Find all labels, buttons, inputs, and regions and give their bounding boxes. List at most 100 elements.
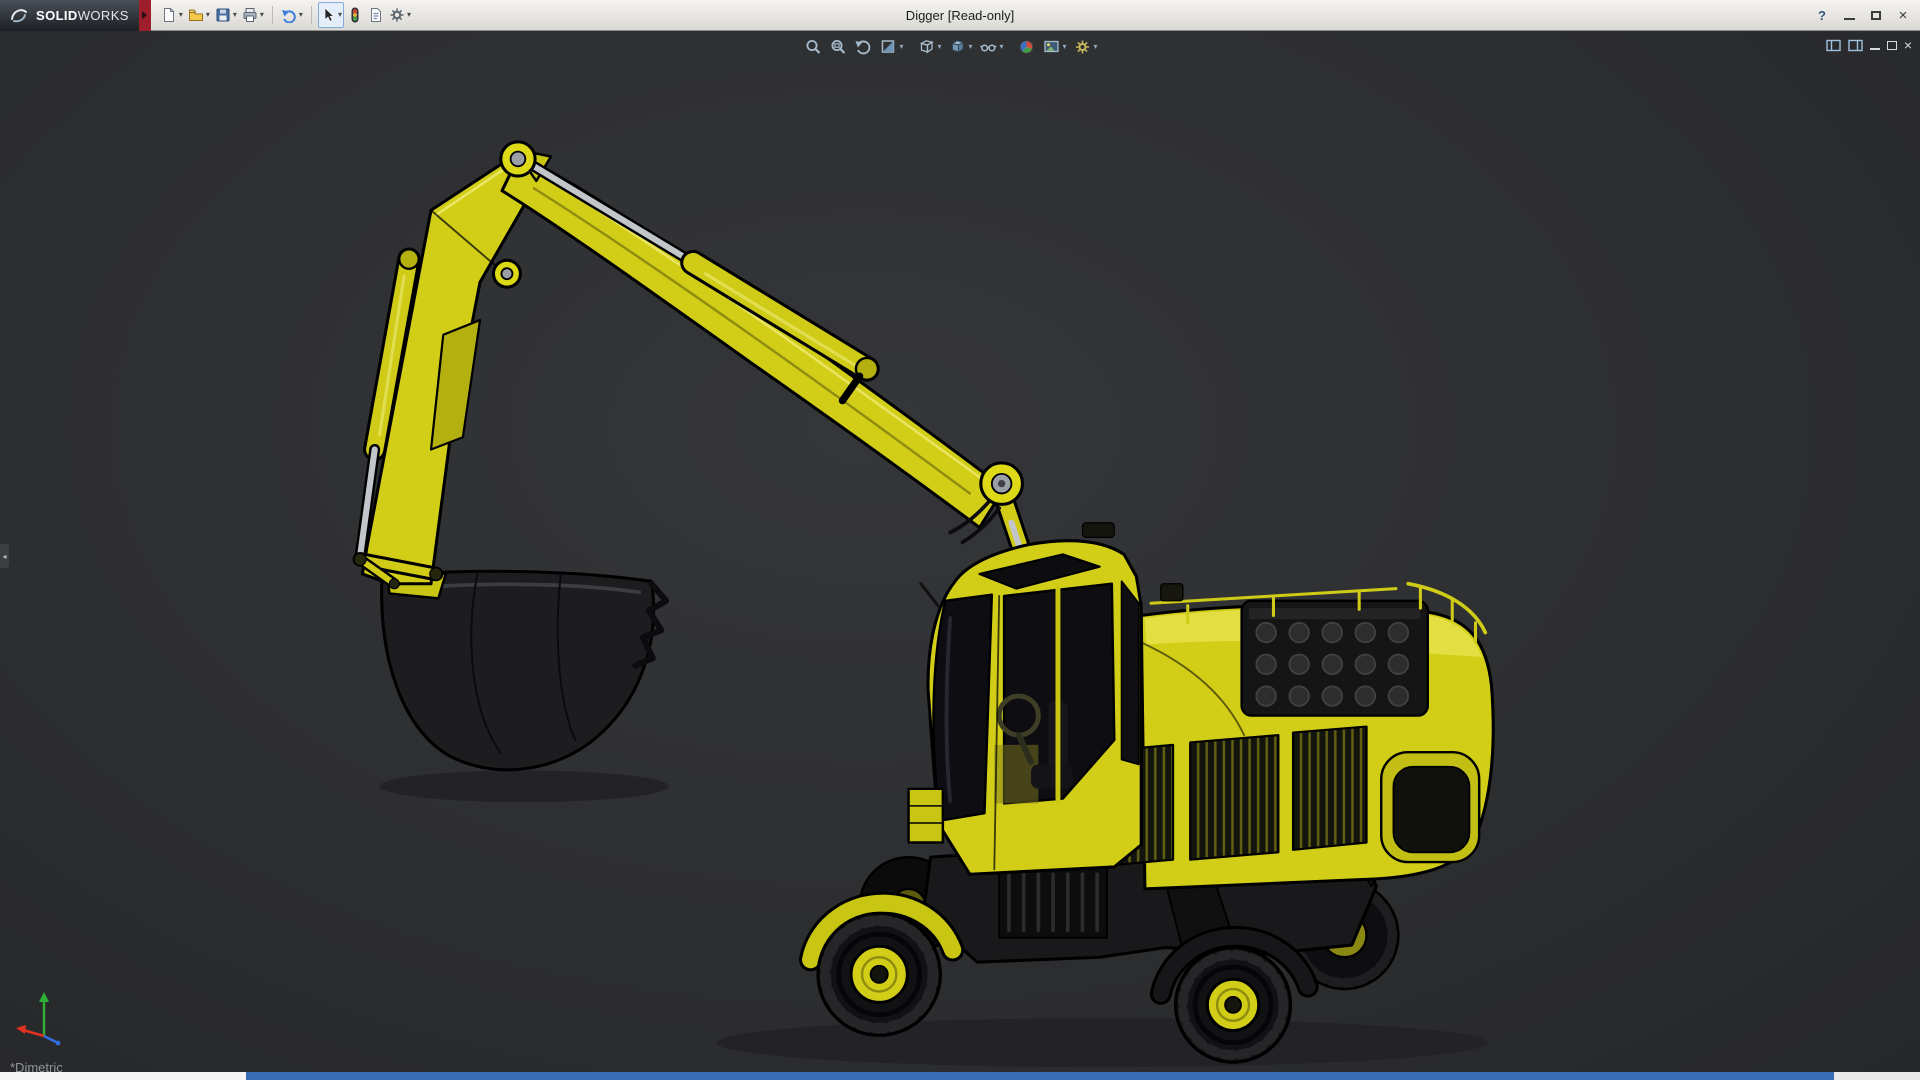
dropdown-caret[interactable]: ▾ [1063,43,1067,51]
pane-left-icon [1826,39,1841,52]
view-settings-icon [1074,38,1092,56]
dropdown-caret[interactable]: ▾ [899,43,903,51]
brand-light: WORKS [78,8,129,23]
rebuild-button[interactable] [345,2,365,28]
open-icon [188,7,204,23]
pane-right-button[interactable] [1848,37,1863,53]
document-minimize-button[interactable] [1870,37,1880,53]
minimize-button[interactable] [1837,4,1861,26]
edit-appearance-button[interactable] [1015,36,1039,58]
rebuild-icon [347,7,363,23]
document-window-controls: × [1826,37,1912,53]
dropdown-caret[interactable]: ▾ [969,43,973,51]
dropdown-caret[interactable]: ▾ [407,11,411,19]
display-style-icon [949,38,967,56]
view-orientation-icon [917,38,935,56]
bucket[interactable] [382,569,666,770]
rear-window [1122,581,1139,764]
side-vent [1190,735,1278,860]
zoom-to-fit-icon [804,38,822,56]
ds-logo-icon [9,6,29,24]
triad-z-axis [44,1036,56,1042]
dropdown-caret[interactable]: ▾ [260,11,264,19]
apply-scene-icon [1043,38,1061,56]
cab[interactable] [909,523,1142,875]
new-document-button[interactable]: ▾ [159,2,185,28]
minimize-icon [1844,18,1855,20]
zoom-to-fit-button[interactable] [801,36,825,58]
brand-text: SOLIDWORKS [36,8,129,23]
window-controls: ? × [1810,4,1920,26]
dropdown-caret[interactable]: ▾ [1094,43,1098,51]
pane-left-button[interactable] [1826,37,1841,53]
select-button[interactable]: ▾ [318,2,344,28]
zoom-to-area-button[interactable] [826,36,850,58]
dropdown-caret[interactable]: ▾ [338,11,342,19]
hide-show-items-icon [980,38,998,56]
dropdown-caret[interactable]: ▾ [937,43,941,51]
wheel-front-right[interactable] [1176,947,1291,1062]
display-style-button[interactable]: ▾ [946,36,976,58]
view-settings-button[interactable]: ▾ [1071,36,1101,58]
excavator-model[interactable] [354,142,1493,1067]
dropdown-caret[interactable]: ▾ [179,11,183,19]
windshield [933,595,991,821]
maximize-icon [1871,11,1881,20]
options-button[interactable]: ▾ [387,2,413,28]
new-document-icon [161,7,177,23]
print-icon [242,7,258,23]
file-properties-button[interactable] [366,2,386,28]
previous-view-button[interactable] [851,36,875,58]
save-icon [215,7,231,23]
status-segment [0,1072,246,1080]
previous-view-icon [854,38,872,56]
dropdown-caret[interactable]: ▾ [233,11,237,19]
open-button[interactable]: ▾ [186,2,212,28]
section-view-button[interactable]: ▾ [876,36,906,58]
apply-scene-button[interactable]: ▾ [1040,36,1070,58]
model-canvas[interactable] [0,32,1920,1072]
brand-bold: SOLID [36,8,78,23]
menu-pin-icon[interactable] [139,0,151,31]
document-close-button[interactable]: × [1904,37,1912,53]
status-segment [246,1072,1834,1080]
pane-right-icon [1848,39,1863,52]
minimize-icon [1870,48,1880,50]
triad-x-axis [23,1030,44,1036]
options-icon [389,7,405,23]
restore-icon [1887,41,1897,50]
help-button[interactable]: ? [1810,4,1834,26]
main-boom[interactable] [502,155,1004,527]
hide-show-items-button[interactable]: ▾ [977,36,1007,58]
dropdown-caret[interactable]: ▾ [299,11,303,19]
file-properties-icon [368,7,384,23]
close-button[interactable]: × [1891,4,1915,26]
view-orientation-button[interactable]: ▾ [914,36,944,58]
main-toolbar: ▾ ▾ ▾ ▾ [151,2,413,28]
save-button[interactable]: ▾ [213,2,239,28]
print-button[interactable]: ▾ [240,2,266,28]
dropdown-caret[interactable]: ▾ [1000,43,1004,51]
view-orientation-label: *Dimetric [10,1060,63,1072]
graphics-viewport[interactable]: ▾ ▾ ▾ ▾ [0,32,1920,1072]
solidworks-logo: SOLIDWORKS [0,0,139,31]
status-bar-sliver [0,1072,1920,1080]
section-view-icon [879,38,897,56]
heads-up-toolbar: ▾ ▾ ▾ ▾ [801,36,1100,58]
status-segment [1834,1072,1920,1080]
document-restore-button[interactable] [1887,37,1897,53]
edit-appearance-icon [1018,38,1036,56]
maximize-button[interactable] [1864,4,1888,26]
undo-button[interactable]: ▾ [279,2,305,28]
dropdown-caret[interactable]: ▾ [206,11,210,19]
toolbar-separator [272,6,273,24]
orientation-triad [14,984,84,1046]
zoom-to-area-icon [829,38,847,56]
select-icon [320,7,336,23]
wheel-front-left[interactable] [818,913,940,1035]
toolbar-separator [311,6,312,24]
engine-housing[interactable] [1092,584,1493,889]
undo-icon [281,7,297,23]
featuremanager-collapse-tab[interactable]: ◂ [0,544,9,568]
mirror-arm [921,584,938,606]
